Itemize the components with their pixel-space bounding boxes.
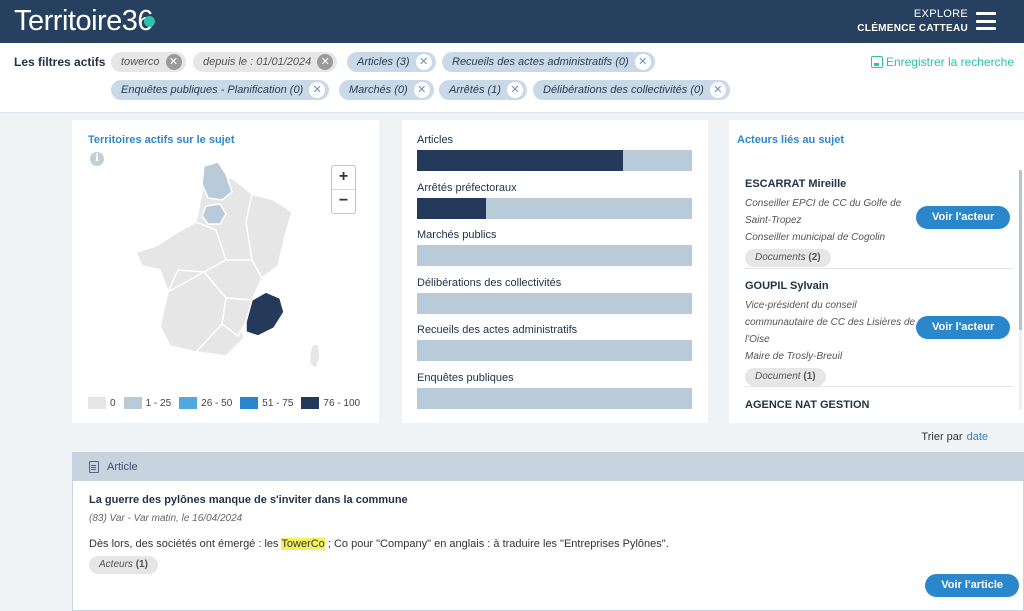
filter-chip-articles[interactable]: Articles (3) ✕ bbox=[347, 52, 436, 72]
region-corsica[interactable] bbox=[309, 343, 321, 369]
filter-chip-keyword[interactable]: towerco ✕ bbox=[111, 52, 186, 72]
filter-chip-enquetes[interactable]: Enquêtes publiques - Planification (0) ✕ bbox=[111, 80, 330, 100]
actor-name: ESCARRAT Mireille bbox=[745, 178, 847, 190]
bar-row-arretes[interactable]: Arrêtés préfectoraux bbox=[417, 182, 692, 219]
bar-row-enquetes[interactable]: Enquêtes publiques bbox=[417, 372, 692, 409]
bar-row-marches[interactable]: Marchés publics bbox=[417, 229, 692, 266]
divider bbox=[745, 386, 1013, 387]
remove-filter-icon[interactable]: ✕ bbox=[506, 82, 523, 98]
menu-icon[interactable] bbox=[976, 12, 996, 30]
actor-role: Vice-président du conseil communautaire … bbox=[745, 300, 916, 345]
view-actor-button[interactable]: Voir l'acteur bbox=[916, 316, 1011, 339]
filter-chip-recueils[interactable]: Recueils des actes administratifs (0) ✕ bbox=[442, 52, 655, 72]
app-header: Territoire36 EXPLORE CLÉMENCE CATTEAU bbox=[0, 0, 1024, 43]
actors-panel: Acteurs liés au sujet ESCARRAT Mireille … bbox=[729, 120, 1024, 423]
actor-card: AGENCE NAT GESTION bbox=[745, 399, 1013, 416]
sort-label: Trier par bbox=[921, 431, 963, 443]
article-type-label: Article bbox=[107, 461, 138, 473]
info-icon[interactable]: i bbox=[90, 152, 104, 166]
legend-item: 1 - 25 bbox=[123, 397, 171, 409]
actor-role: Maire de Trosly-Breuil bbox=[745, 351, 843, 362]
remove-filter-icon[interactable]: ✕ bbox=[634, 54, 651, 70]
document-types-panel: Articles Arrêtés préfectoraux Marchés pu… bbox=[402, 120, 708, 423]
logo[interactable]: Territoire36 bbox=[14, 5, 156, 38]
user-name: CLÉMENCE CATTEAU bbox=[857, 23, 968, 34]
filter-chip-arretes[interactable]: Arrêtés (1) ✕ bbox=[439, 80, 527, 100]
save-icon bbox=[870, 56, 883, 68]
france-map[interactable] bbox=[134, 160, 334, 370]
logo-text: Territoire36 bbox=[14, 5, 154, 37]
remove-filter-icon[interactable]: ✕ bbox=[317, 54, 334, 70]
bar-fill bbox=[417, 150, 624, 171]
article-excerpt: Dès lors, des sociétés ont émergé : les … bbox=[89, 538, 669, 550]
actors-scrollbar-thumb[interactable] bbox=[1019, 170, 1022, 330]
logo-mark-icon bbox=[144, 16, 156, 27]
remove-filter-icon[interactable]: ✕ bbox=[165, 54, 182, 70]
actor-name: AGENCE NAT GESTION bbox=[745, 399, 870, 411]
actors-title: Acteurs liés au sujet bbox=[737, 134, 844, 146]
remove-filter-icon[interactable]: ✕ bbox=[709, 82, 726, 98]
territories-title: Territoires actifs sur le sujet bbox=[88, 134, 235, 146]
sort-value[interactable]: date bbox=[967, 431, 988, 443]
view-actor-button[interactable]: Voir l'acteur bbox=[916, 206, 1011, 229]
filter-chip-deliberations[interactable]: Délibérations des collectivités (0) ✕ bbox=[533, 80, 730, 100]
filter-chip-date[interactable]: depuis le : 01/01/2024 ✕ bbox=[193, 52, 338, 72]
region-ile-de-france[interactable] bbox=[201, 203, 227, 225]
documents-pill[interactable]: Document (1) bbox=[745, 368, 826, 386]
article-title[interactable]: La guerre des pylônes manque de s'invite… bbox=[89, 494, 408, 506]
zoom-in-button[interactable]: + bbox=[332, 166, 355, 190]
legend-item: 0 bbox=[88, 397, 116, 409]
region-north[interactable] bbox=[201, 161, 233, 201]
filters-label: Les filtres actifs bbox=[14, 55, 106, 69]
explore-label: EXPLORE bbox=[913, 8, 968, 20]
actor-role: Conseiller EPCI de CC du Golfe de Saint-… bbox=[745, 198, 902, 226]
divider bbox=[745, 268, 1013, 269]
user-block[interactable]: EXPLORE CLÉMENCE CATTEAU bbox=[857, 8, 968, 34]
search-highlight: TowerCo bbox=[281, 538, 325, 550]
legend-item: 26 - 50 bbox=[179, 397, 232, 409]
territories-panel: Territoires actifs sur le sujet i + − 0 … bbox=[72, 120, 379, 423]
article-card: Article La guerre des pylônes manque de … bbox=[72, 452, 1024, 611]
bar-row-articles[interactable]: Articles bbox=[417, 134, 692, 171]
bar-fill bbox=[417, 198, 486, 219]
map-zoom-control: + − bbox=[331, 165, 356, 214]
save-search-button[interactable]: Enregistrer la recherche bbox=[870, 55, 1014, 69]
article-header: Article bbox=[73, 453, 1023, 481]
actor-name: GOUPIL Sylvain bbox=[745, 280, 829, 292]
bar-row-recueils[interactable]: Recueils des actes administratifs bbox=[417, 324, 692, 361]
documents-pill[interactable]: Documents (2) bbox=[745, 249, 831, 267]
save-search-label: Enregistrer la recherche bbox=[885, 55, 1014, 69]
filter-chip-marches[interactable]: Marchés (0) ✕ bbox=[339, 80, 434, 100]
remove-filter-icon[interactable]: ✕ bbox=[413, 82, 430, 98]
active-filters-bar: Les filtres actifs towerco ✕ depuis le : … bbox=[0, 43, 1024, 113]
document-icon bbox=[89, 461, 99, 473]
sort-control[interactable]: Trier par date bbox=[921, 431, 988, 443]
zoom-out-button[interactable]: − bbox=[332, 190, 355, 214]
map-legend: 0 1 - 25 26 - 50 51 - 75 76 - 100 bbox=[88, 397, 360, 409]
actors-pill[interactable]: Acteurs (1) bbox=[89, 556, 158, 574]
legend-item: 76 - 100 bbox=[301, 397, 360, 409]
remove-filter-icon[interactable]: ✕ bbox=[309, 82, 326, 98]
bar-row-deliberations[interactable]: Délibérations des collectivités bbox=[417, 277, 692, 314]
article-meta: (83) Var - Var matin, le 16/04/2024 bbox=[89, 513, 243, 524]
remove-filter-icon[interactable]: ✕ bbox=[415, 54, 432, 70]
actor-role: Conseiller municipal de Cogolin bbox=[745, 232, 886, 243]
legend-item: 51 - 75 bbox=[240, 397, 293, 409]
view-article-button[interactable]: Voir l'article bbox=[925, 574, 1019, 597]
